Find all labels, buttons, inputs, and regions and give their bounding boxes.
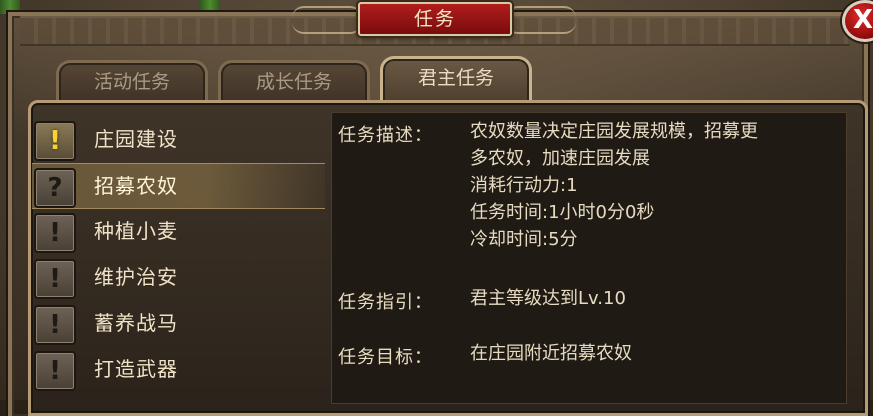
tab-label: 成长任务 [255, 71, 332, 93]
quest-item-plant-wheat[interactable]: ! 种植小麦 [32, 209, 325, 253]
exclamation-icon: ! [34, 213, 76, 253]
quest-item-manor-construction[interactable]: ! 庄园建设 [32, 117, 325, 161]
quest-item-breed-warhorses[interactable]: ! 蓄养战马 [32, 301, 325, 345]
quest-item-label: 蓄养战马 [94, 311, 178, 335]
title-scroll-right [506, 6, 576, 34]
tab-activity-quests[interactable]: 活动任务 [56, 60, 208, 105]
guide-label: 任务指引： [338, 292, 433, 313]
tab-label: 君主任务 [417, 67, 494, 89]
title-scroll-left [292, 6, 362, 34]
description-line: 任务时间:1小时0分0秒 [470, 202, 655, 223]
quest-item-label: 庄园建设 [94, 127, 178, 151]
exclamation-icon: ! [34, 351, 76, 391]
description-line: 农奴数量决定庄园发展规模，招募更 [470, 121, 758, 142]
question-icon: ? [34, 168, 76, 208]
quest-item-forge-weapons[interactable]: ! 打造武器 [32, 347, 325, 391]
description-label: 任务描述： [338, 125, 433, 146]
quest-item-recruit-serfs[interactable]: ? 招募农奴 [32, 163, 325, 209]
quest-item-maintain-order[interactable]: ! 维护治安 [32, 255, 325, 299]
description-line: 消耗行动力:1 [470, 175, 578, 196]
guide-text: 君主等级达到Lv.10 [470, 288, 626, 309]
description-line: 冷却时间:5分 [470, 229, 578, 250]
quest-window: 任务 X 活动任务 成长任务 君主任务 ! 庄园建设 ? 招募农奴 ! 种植小麦… [0, 0, 873, 416]
quest-item-label: 打造武器 [94, 357, 178, 381]
quest-item-label: 招募农奴 [94, 174, 178, 198]
quest-item-label: 维护治安 [94, 265, 178, 289]
exclamation-icon: ! [34, 305, 76, 345]
tab-label: 活动任务 [93, 71, 170, 93]
exclamation-icon: ! [34, 259, 76, 299]
description-text: 农奴数量决定庄园发展规模，招募更 多农奴，加速庄园发展 消耗行动力:1 任务时间… [470, 118, 840, 253]
exclamation-icon: ! [34, 121, 76, 161]
description-line: 多农奴，加速庄园发展 [470, 148, 650, 169]
goal-label: 任务目标： [338, 347, 433, 368]
window-title: 任务 [358, 2, 512, 36]
tab-growth-quests[interactable]: 成长任务 [218, 60, 370, 105]
goal-text: 在庄园附近招募农奴 [470, 343, 632, 364]
quest-item-label: 种植小麦 [94, 219, 178, 243]
